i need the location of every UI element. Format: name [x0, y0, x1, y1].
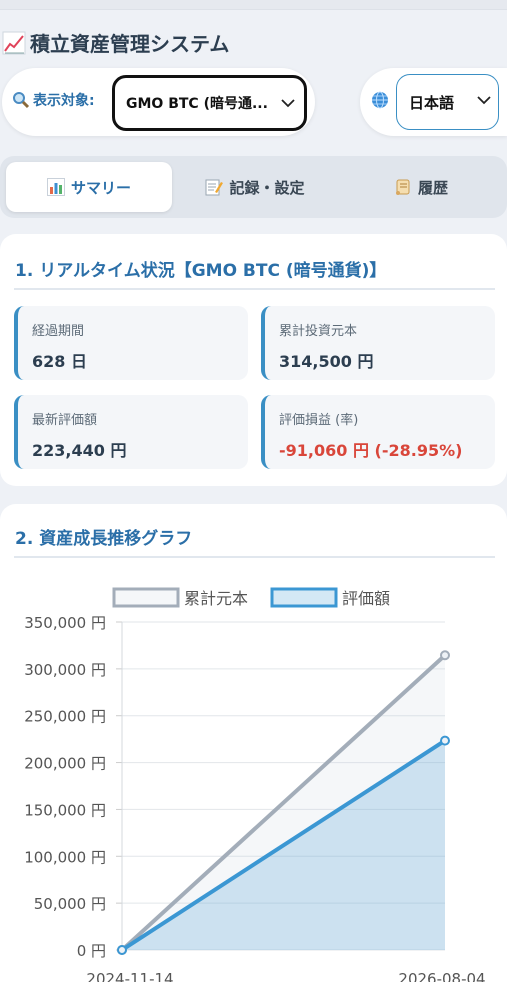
globe-icon [372, 91, 388, 109]
stat-label: 経過期間 [32, 324, 85, 339]
section-divider [14, 288, 495, 290]
status-card: 1. リアルタイム状況【GMO BTC (暗号通貨)】 経過期間 628 日 累… [0, 234, 507, 486]
legend-label: 評価額 [342, 589, 390, 608]
language-select[interactable]: 日本語 [396, 74, 499, 130]
target-label-text: 表示対象: [33, 93, 95, 109]
chart-section-title: 2. 資産成長推移グラフ [15, 529, 193, 549]
data-point [440, 650, 450, 661]
y-tick-label: 100,000 円 [24, 848, 106, 866]
target-select-value: GMO BTC (暗号通... [126, 96, 268, 112]
legend-swatch [112, 587, 180, 608]
stat-value: 314,500 円 [279, 352, 374, 371]
tab-record-settings-label: 記録・設定 [229, 178, 305, 197]
y-tick-label: 50,000 円 [34, 895, 106, 913]
y-tick-label: 150,000 円 [24, 801, 106, 819]
language-selector-panel: 日本語 [360, 68, 507, 136]
scroll-icon [395, 179, 410, 195]
chevron-down-icon [281, 99, 295, 108]
y-tick-label: 200,000 円 [24, 755, 106, 773]
language-select-value: 日本語 [409, 93, 455, 112]
status-section-title: 1. リアルタイム状況【GMO BTC (暗号通貨)】 [15, 261, 387, 281]
section-divider [14, 556, 495, 558]
legend-label: 累計元本 [184, 589, 248, 608]
stat-value: 223,440 円 [32, 441, 127, 460]
stat-latest-valuation: 最新評価額 223,440 円 [14, 395, 248, 469]
tab-summary-label: サマリー [70, 178, 131, 197]
app-title-text: 積立資産管理システム [30, 32, 230, 56]
target-selector-panel: 表示対象: GMO BTC (暗号通... [2, 68, 315, 136]
chart-increasing-icon [2, 31, 26, 54]
stat-total-principal: 累計投資元本 314,500 円 [261, 306, 495, 380]
target-label: 表示対象: [12, 90, 95, 110]
data-point [440, 735, 450, 746]
x-tick-label: 2026-08-04 [398, 970, 485, 982]
target-select[interactable]: GMO BTC (暗号通... [112, 75, 307, 131]
x-tick-label: 2024-11-14 [86, 970, 173, 982]
y-tick-label: 300,000 円 [24, 661, 106, 679]
tab-summary[interactable]: サマリー [6, 162, 172, 212]
bar-chart-icon [46, 178, 65, 196]
top-bar [0, 0, 507, 10]
asset-growth-chart: 累計元本 評価額 0 円 50,000 円 100,000 円 150,000 円 200,… [24, 587, 486, 982]
stat-label: 最新評価額 [32, 413, 98, 428]
memo-icon [205, 179, 224, 196]
magnifier-icon [13, 92, 30, 109]
data-point [117, 945, 127, 955]
tab-history-label: 履歴 [417, 178, 448, 197]
chevron-down-icon [477, 96, 491, 105]
stat-value: 628 日 [32, 352, 87, 371]
stat-value-negative: -91,060 円 (-28.95%) [279, 441, 463, 460]
tab-record-settings[interactable]: 記録・設定 [172, 162, 338, 212]
stat-elapsed-days: 経過期間 628 日 [14, 306, 248, 380]
y-tick-label: 350,000 円 [24, 614, 106, 632]
tab-history[interactable]: 履歴 [338, 162, 504, 212]
tab-bar: サマリー 記録・設定 履歴 [0, 156, 507, 218]
app-title: 積立資産管理システム [2, 28, 229, 57]
legend-swatch [270, 587, 338, 608]
stat-profit-loss: 評価損益 (率) -91,060 円 (-28.95%) [261, 395, 495, 469]
y-tick-label: 0 円 [77, 942, 106, 960]
stat-label: 評価損益 (率) [279, 413, 359, 428]
y-tick-label: 250,000 円 [24, 708, 106, 726]
stat-label: 累計投資元本 [279, 324, 358, 339]
